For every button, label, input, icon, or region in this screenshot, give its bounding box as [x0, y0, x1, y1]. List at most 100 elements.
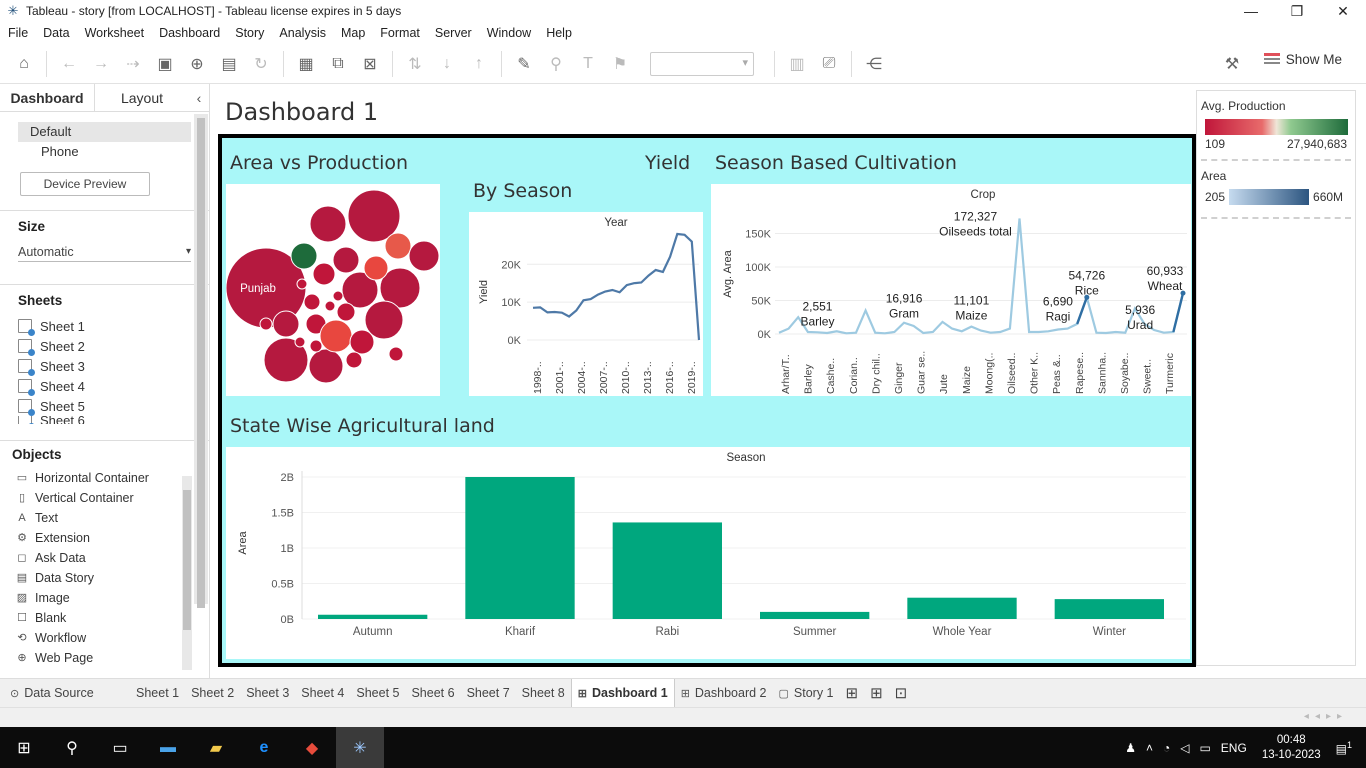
labels-icon[interactable]: T: [576, 52, 600, 76]
clock[interactable]: 00:48 13-10-2023: [1262, 733, 1321, 763]
collapse-chevron-icon[interactable]: ‹: [189, 84, 209, 111]
share-icon[interactable]: ⋲: [862, 52, 886, 76]
format-painter-icon[interactable]: ⚒: [1220, 52, 1244, 76]
network-icon[interactable]: ◔: [1163, 741, 1170, 755]
objects-scrollbar[interactable]: [182, 476, 192, 670]
tab-layout[interactable]: Layout: [95, 84, 189, 111]
device-preview-button[interactable]: Device Preview: [20, 172, 150, 196]
object-extension[interactable]: ⚙ Extension: [16, 528, 209, 548]
tab-sheet[interactable]: Sheet 8: [516, 679, 571, 708]
volume-icon[interactable]: ◁: [1180, 741, 1189, 755]
pin-icon[interactable]: ⚑: [608, 52, 632, 76]
object-text[interactable]: A Text: [16, 508, 209, 528]
menu-format[interactable]: Format: [380, 26, 420, 40]
tab-sheet[interactable]: Sheet 5: [350, 679, 405, 708]
sheet-item[interactable]: Sheet 4: [18, 376, 209, 396]
object-data-story[interactable]: ▤ Data Story: [16, 568, 209, 588]
new-story-tab-icon[interactable]: ⊡: [889, 679, 914, 708]
highlight-icon[interactable]: ✎: [512, 52, 536, 76]
device-default[interactable]: Default: [18, 122, 191, 142]
menu-data[interactable]: Data: [43, 26, 69, 40]
tab-sheet[interactable]: Sheet 3: [240, 679, 295, 708]
clear-sheet-icon[interactable]: ⊠: [358, 52, 382, 76]
area-color-gradient[interactable]: [1229, 189, 1310, 205]
restore-button[interactable]: ❐: [1274, 0, 1320, 22]
menu-story[interactable]: Story: [235, 26, 264, 40]
crop-line-chart[interactable]: CropAvg. Area0K50K100K150K2,551Barley16,…: [711, 184, 1191, 396]
sheet-item[interactable]: Sheet 3: [18, 356, 209, 376]
show-me-button[interactable]: Show Me: [1263, 52, 1342, 67]
object-workflow[interactable]: ⟲ Workflow: [16, 628, 209, 648]
menu-dashboard[interactable]: Dashboard: [159, 26, 220, 40]
home-icon[interactable]: ⌂: [12, 52, 36, 76]
device-phone[interactable]: Phone: [18, 142, 191, 162]
tab-sheet[interactable]: Sheet 1: [130, 679, 185, 708]
tab-story-1[interactable]: ▢ Story 1: [772, 679, 839, 708]
replay-icon[interactable]: ⇢: [121, 52, 145, 76]
redo-icon[interactable]: →: [89, 52, 113, 76]
people-icon[interactable]: ♟: [1125, 741, 1136, 755]
app-icon[interactable]: ◆: [288, 727, 336, 768]
show-cards-icon[interactable]: ▥: [785, 52, 809, 76]
tab-sheet[interactable]: Sheet 7: [461, 679, 516, 708]
minimize-button[interactable]: —: [1228, 0, 1274, 22]
fit-dropdown[interactable]: [650, 51, 754, 76]
size-select[interactable]: Automatic ▾: [18, 242, 191, 262]
tab-dashboard-1[interactable]: ⊞ Dashboard 1: [570, 678, 675, 708]
search-icon[interactable]: ⚲: [48, 727, 96, 768]
panel-scrollbar[interactable]: [194, 114, 208, 608]
tab-sheet[interactable]: Sheet 4: [295, 679, 350, 708]
production-color-gradient[interactable]: [1205, 119, 1348, 135]
new-worksheet-tab-icon[interactable]: ⊞: [840, 679, 865, 708]
computer-icon[interactable]: ▬: [144, 727, 192, 768]
new-dashboard-tab-icon[interactable]: ⊞: [864, 679, 889, 708]
task-view-icon[interactable]: ▭: [96, 727, 144, 768]
tray-chevron-icon[interactable]: ˄: [1146, 741, 1153, 755]
bubble-chart[interactable]: Punjab: [225, 184, 440, 396]
object-web-page[interactable]: ⊕ Web Page: [16, 648, 209, 668]
sort-descending-icon[interactable]: ↑: [467, 52, 491, 76]
sheet-item[interactable]: Sheet 5: [18, 396, 209, 416]
refresh-icon[interactable]: ↻: [249, 52, 273, 76]
menu-map[interactable]: Map: [341, 26, 365, 40]
menu-server[interactable]: Server: [435, 26, 472, 40]
tableau-taskbar-icon[interactable]: ✳: [336, 727, 384, 768]
object-horizontal-container[interactable]: ▭ Horizontal Container: [16, 468, 209, 488]
sheet-item[interactable]: Sheet 1: [18, 316, 209, 336]
menu-file[interactable]: File: [8, 26, 28, 40]
object-ask-data[interactable]: ◻ Ask Data: [16, 548, 209, 568]
object-vertical-container[interactable]: ▯ Vertical Container: [16, 488, 209, 508]
windows-start-icon[interactable]: ⊞: [0, 727, 48, 768]
tab-navigation-arrows[interactable]: ◂◂▸▸: [1304, 711, 1348, 722]
tab-dashboard-2[interactable]: ⊞ Dashboard 2: [675, 679, 773, 708]
tab-data-source[interactable]: ⊙ Data Source: [0, 679, 130, 708]
swap-icon[interactable]: ⇅: [403, 52, 427, 76]
battery-icon[interactable]: ▭: [1199, 741, 1210, 755]
sheet-item[interactable]: Sheet 2: [18, 336, 209, 356]
notifications-icon[interactable]: ▤1: [1336, 740, 1352, 756]
close-button[interactable]: ✕: [1320, 0, 1366, 22]
sheet-item[interactable]: Sheet 6: [18, 416, 209, 424]
sort-ascending-icon[interactable]: ↓: [435, 52, 459, 76]
undo-icon[interactable]: ←: [57, 52, 81, 76]
new-data-source-icon[interactable]: ⊕: [185, 52, 209, 76]
tab-dashboard[interactable]: Dashboard: [0, 84, 95, 111]
season-bar-chart[interactable]: Season Area 0B 0.5B 1B 1.5B 2B Autumn Kharif Rabi…: [226, 447, 1190, 659]
tab-sheet[interactable]: Sheet 2: [185, 679, 240, 708]
menu-worksheet[interactable]: Worksheet: [85, 26, 145, 40]
group-icon[interactable]: ⚲: [544, 52, 568, 76]
new-worksheet-icon[interactable]: ▦: [294, 52, 318, 76]
object-blank[interactable]: ☐ Blank: [16, 608, 209, 628]
duplicate-icon[interactable]: ⧉: [326, 52, 350, 76]
language-indicator[interactable]: ENG: [1221, 741, 1247, 755]
presentation-mode-icon[interactable]: ⎚: [817, 52, 841, 76]
file-explorer-icon[interactable]: ▰: [192, 727, 240, 768]
yield-line-chart[interactable]: Year Yield 0K 10K 20K 1998-.. 2001-.. 2004-.. 20…: [469, 212, 703, 396]
menu-help[interactable]: Help: [546, 26, 572, 40]
save-icon[interactable]: ▣: [153, 52, 177, 76]
tab-sheet[interactable]: Sheet 6: [405, 679, 460, 708]
pause-updates-icon[interactable]: ▤: [217, 52, 241, 76]
edge-icon[interactable]: e: [240, 727, 288, 768]
menu-window[interactable]: Window: [487, 26, 531, 40]
object-image[interactable]: ▨ Image: [16, 588, 209, 608]
